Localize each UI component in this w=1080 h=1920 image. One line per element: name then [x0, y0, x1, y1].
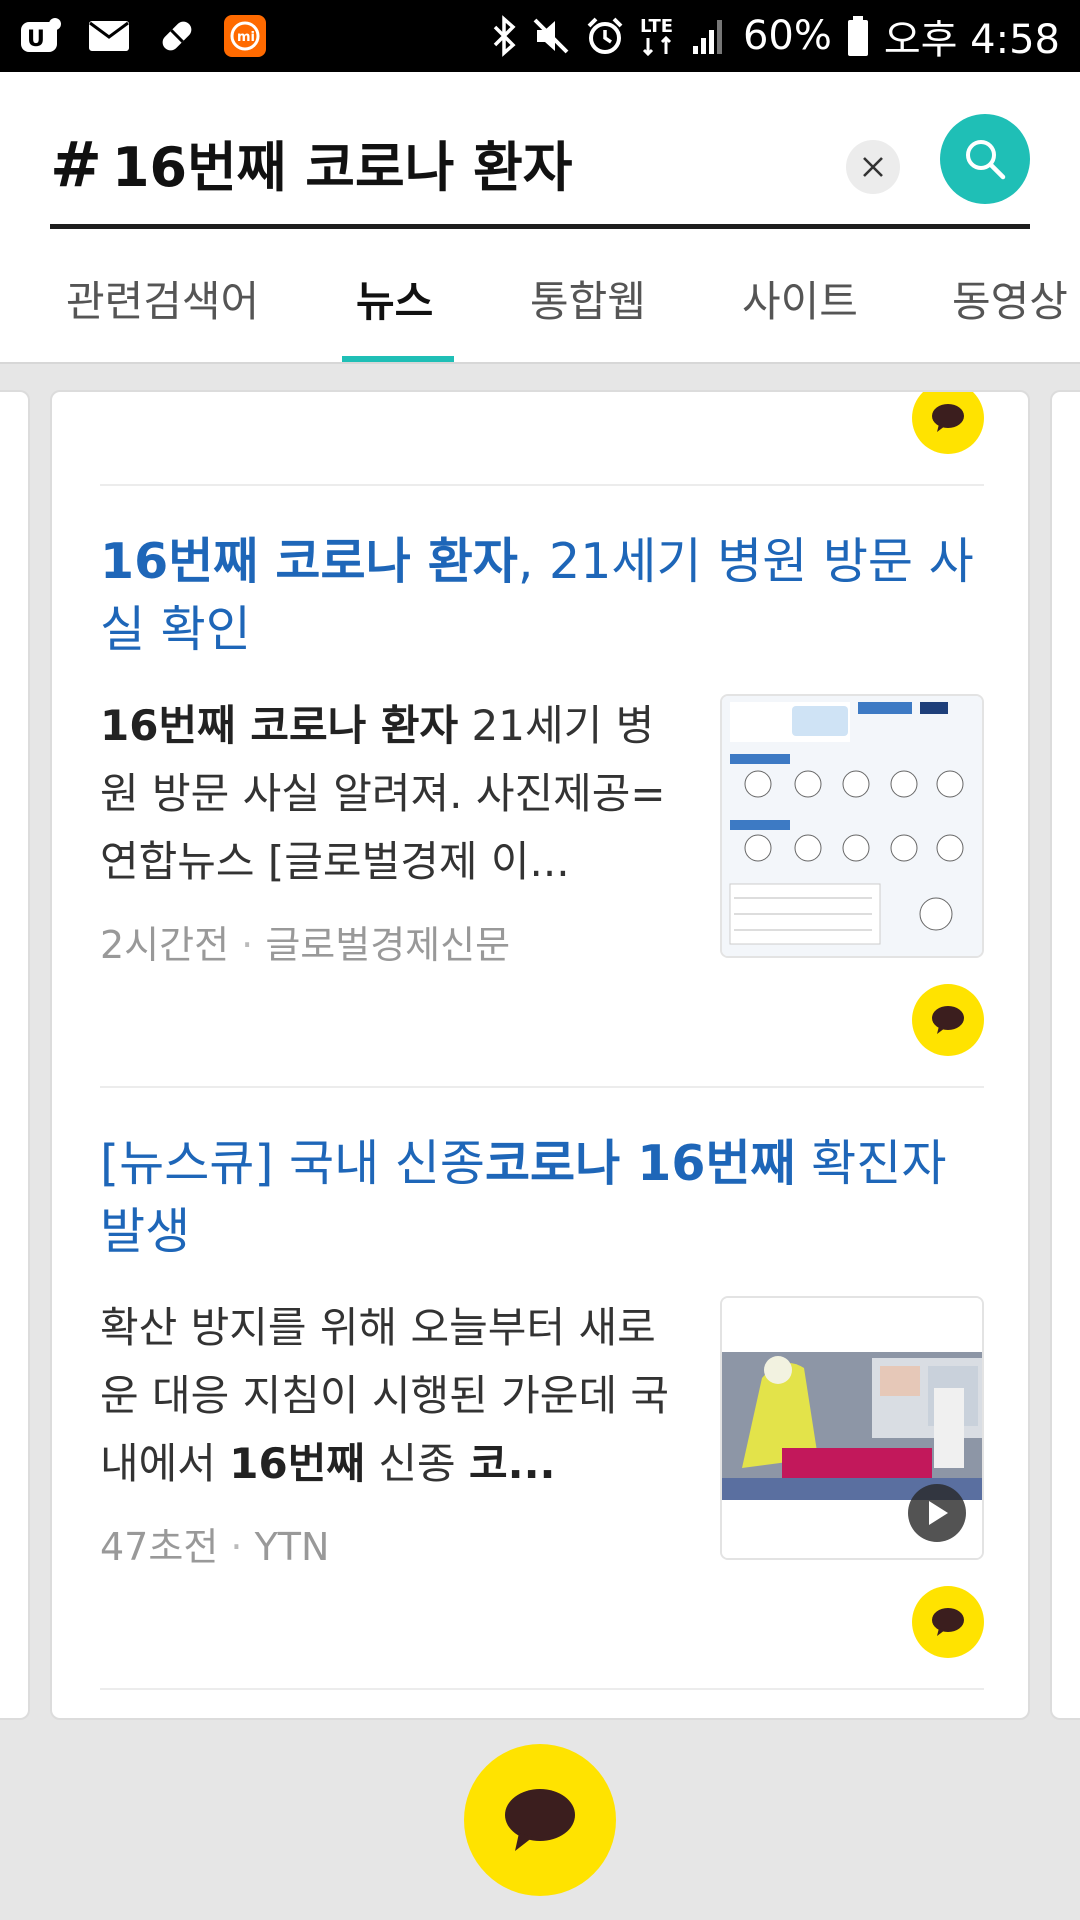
search-bar: #16번째 코로나 환자: [50, 114, 1030, 214]
svg-text:mi: mi: [237, 30, 255, 45]
tab-videos[interactable]: 동영상: [952, 270, 1068, 362]
search-header: #16번째 코로나 환자 관련검색어 뉴스 통합웹 사이트 동영상: [0, 72, 1080, 364]
tab-news[interactable]: 뉴스: [356, 270, 433, 362]
search-input[interactable]: #16번째 코로나 환자: [50, 120, 572, 210]
play-icon: [929, 1501, 948, 1525]
news-item-1-title[interactable]: 16번째 코로나 환자, 21세기 병원 방문 사실 확인: [100, 528, 980, 664]
clock: 오후 4:58: [883, 17, 1060, 63]
svg-text:U: U: [27, 27, 45, 52]
speech-bubble-icon: [505, 1789, 575, 1851]
tab-related-searches[interactable]: 관련검색어: [66, 270, 259, 362]
status-bar-system: LTE 60% 오후 4:58: [491, 10, 1060, 63]
header-divider: [0, 362, 1080, 364]
news-item-1-meta: 2시간전 · 글로벌경제신문: [100, 923, 511, 967]
clear-search-button[interactable]: [846, 140, 900, 194]
bluetooth-icon: [493, 15, 516, 57]
news-item-1-source: 글로벌경제신문: [265, 923, 511, 967]
status-bar-notifications: U mi: [18, 12, 268, 60]
search-icon: [966, 140, 1006, 180]
tab-web[interactable]: 통합웹: [530, 270, 646, 362]
speech-bubble-icon: [932, 404, 964, 432]
play-button[interactable]: [908, 1484, 966, 1542]
news-item-2-summary[interactable]: 확산 방지를 위해 오늘부터 새로운 대응 지침이 시행된 가운데 국내에서 1…: [100, 1294, 680, 1498]
battery-percentage: 60%: [742, 13, 832, 59]
search-underline: [50, 224, 1030, 229]
mail-icon: [86, 13, 132, 59]
news-item-1-thumbnail[interactable]: [720, 694, 984, 958]
svg-text:LTE: LTE: [640, 16, 673, 37]
news-item-2-source: YTN: [254, 1525, 330, 1569]
hashtag-symbol: #: [50, 128, 102, 201]
alarm-icon: [587, 17, 623, 54]
previous-card-peek[interactable]: [0, 390, 30, 1720]
news-card: 16번째 코로나 환자, 21세기 병원 방문 사실 확인 16번째 코로나 환…: [50, 390, 1030, 1720]
lte-icon: LTE: [640, 16, 673, 57]
kakao-talk-floating-button[interactable]: [464, 1744, 616, 1896]
status-bar: U mi LTE 60% 오후 4:58: [0, 0, 1080, 72]
speech-bubble-icon: [932, 1006, 964, 1034]
news-item-2-title[interactable]: [뉴스큐] 국내 신종코로나 16번째 확진자 발생: [100, 1130, 980, 1266]
divider: [100, 1086, 984, 1088]
divider: [100, 484, 984, 486]
next-card-peek[interactable]: [1050, 390, 1080, 1720]
news-item-1-time: 2시간전: [100, 923, 230, 967]
mute-icon: [533, 18, 569, 54]
tab-sites[interactable]: 사이트: [742, 270, 858, 362]
news-item-1-summary[interactable]: 16번째 코로나 환자 21세기 병원 방문 사실 알려져. 사진제공=연합뉴스…: [100, 692, 680, 896]
news-item-2-time: 47초전: [100, 1525, 219, 1569]
close-icon: [863, 157, 883, 177]
news-item-2-thumbnail[interactable]: [720, 1296, 984, 1560]
speech-bubble-icon: [932, 1608, 964, 1636]
pill-icon: [154, 13, 200, 59]
kakao-share-button[interactable]: [912, 1586, 984, 1658]
divider: [100, 1688, 984, 1690]
app-icon: U: [18, 13, 64, 59]
search-query-text: 16번째 코로나 환자: [111, 136, 573, 199]
kakao-share-button[interactable]: [912, 392, 984, 454]
signal-icon: [692, 20, 722, 54]
tab-bar: 관련검색어 뉴스 통합웹 사이트 동영상: [0, 270, 1080, 362]
battery-icon: [847, 16, 868, 56]
mask-infographic-image: [722, 696, 982, 956]
mi-app-icon: mi: [222, 13, 268, 59]
news-item-2-meta: 47초전 · YTN: [100, 1525, 330, 1569]
search-button[interactable]: [940, 114, 1030, 204]
kakao-share-button[interactable]: [912, 984, 984, 1056]
